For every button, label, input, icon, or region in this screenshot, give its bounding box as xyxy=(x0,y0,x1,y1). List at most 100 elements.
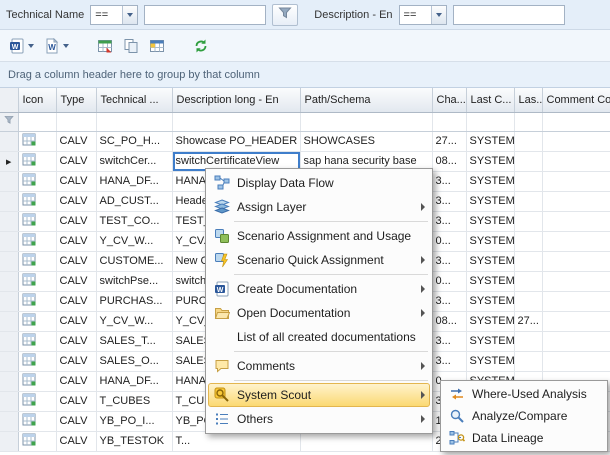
cell-comment[interactable] xyxy=(542,311,610,331)
column-header-comment[interactable]: Comment Co... xyxy=(542,88,610,112)
cell-cha[interactable]: 27... xyxy=(432,131,466,151)
column-header-description[interactable]: Description long - En xyxy=(172,88,300,112)
cell-type[interactable]: CALV xyxy=(56,311,96,331)
row-indicator[interactable] xyxy=(0,391,18,411)
row-indicator[interactable] xyxy=(0,131,18,151)
cell-comment[interactable] xyxy=(542,251,610,271)
filter-cell-description[interactable] xyxy=(172,112,300,131)
filter-cell-icon[interactable] xyxy=(18,112,56,131)
cell-type[interactable]: CALV xyxy=(56,391,96,411)
cell-cha[interactable]: 3... xyxy=(432,331,466,351)
cell-comment[interactable] xyxy=(542,151,610,171)
cell-technical[interactable]: HANA_DF... xyxy=(96,371,172,391)
cell-last_changed[interactable]: SYSTEM xyxy=(466,131,514,151)
row-indicator[interactable] xyxy=(0,251,18,271)
cell-technical[interactable]: Y_CV_W... xyxy=(96,231,172,251)
row-indicator[interactable] xyxy=(0,331,18,351)
menu-item-others[interactable]: Others xyxy=(208,407,430,431)
technical-name-filter-input[interactable] xyxy=(144,5,266,25)
cell-technical[interactable]: switchPse... xyxy=(96,271,172,291)
cell-last_changed[interactable]: SYSTEM xyxy=(466,351,514,371)
row-indicator[interactable] xyxy=(0,371,18,391)
filter-cell-last_changed[interactable] xyxy=(466,112,514,131)
column-header-icon[interactable]: Icon xyxy=(18,88,56,112)
cell-cha[interactable]: 0... xyxy=(432,271,466,291)
row-indicator[interactable] xyxy=(0,311,18,331)
row-indicator[interactable] xyxy=(0,191,18,211)
cell-icon[interactable] xyxy=(18,431,56,451)
cell-las[interactable] xyxy=(514,271,542,291)
cell-technical[interactable]: SALES_T... xyxy=(96,331,172,351)
cell-last_changed[interactable]: SYSTEM xyxy=(466,211,514,231)
cell-technical[interactable]: PURCHAS... xyxy=(96,291,172,311)
menu-item-display-data-flow[interactable]: Display Data Flow xyxy=(208,171,430,195)
cell-type[interactable]: CALV xyxy=(56,291,96,311)
cell-technical[interactable]: switchCer... xyxy=(96,151,172,171)
cell-icon[interactable] xyxy=(18,231,56,251)
group-by-bar[interactable]: Drag a column header here to group by th… xyxy=(0,62,610,88)
cell-technical[interactable]: Y_CV_W... xyxy=(96,311,172,331)
cell-type[interactable]: CALV xyxy=(56,231,96,251)
cell-icon[interactable] xyxy=(18,191,56,211)
cell-technical[interactable]: T_CUBES xyxy=(96,391,172,411)
row-indicator[interactable] xyxy=(0,271,18,291)
cell-las[interactable]: 27... xyxy=(514,311,542,331)
cell-icon[interactable] xyxy=(18,351,56,371)
cell-last_changed[interactable]: SYSTEM xyxy=(466,291,514,311)
menu-item-comments[interactable]: Comments xyxy=(208,354,430,378)
cell-type[interactable]: CALV xyxy=(56,431,96,451)
cell-type[interactable]: CALV xyxy=(56,131,96,151)
row-indicator[interactable]: ▶ xyxy=(0,151,18,171)
submenu-item-where-used-analysis[interactable]: Where-Used Analysis xyxy=(443,383,605,405)
technical-name-operator-select[interactable]: == xyxy=(90,5,138,25)
chevron-down-icon[interactable] xyxy=(431,6,446,24)
cell-icon[interactable] xyxy=(18,331,56,351)
dropdown-arrow-icon[interactable] xyxy=(63,44,69,48)
cell-technical[interactable]: YB_TESTOK xyxy=(96,431,172,451)
cell-cha[interactable]: 08... xyxy=(432,311,466,331)
cell-technical[interactable]: YB_PO_I... xyxy=(96,411,172,431)
cell-comment[interactable] xyxy=(542,271,610,291)
cell-type[interactable]: CALV xyxy=(56,171,96,191)
cell-last_changed[interactable]: SYSTEM xyxy=(466,151,514,171)
cell-cha[interactable]: 3... xyxy=(432,171,466,191)
menu-item-list-of-all-created-documentations[interactable]: List of all created documentations xyxy=(208,325,430,349)
menu-item-scenario-quick-assignment[interactable]: Scenario Quick Assignment xyxy=(208,248,430,272)
cell-path[interactable] xyxy=(300,431,432,451)
row-indicator[interactable] xyxy=(0,291,18,311)
cell-description[interactable]: Showcase PO_HEADER xyxy=(172,131,300,151)
cell-icon[interactable] xyxy=(18,211,56,231)
menu-item-create-documentation[interactable]: WCreate Documentation xyxy=(208,277,430,301)
cell-technical[interactable]: HANA_DF... xyxy=(96,171,172,191)
cell-las[interactable] xyxy=(514,291,542,311)
cell-comment[interactable] xyxy=(542,291,610,311)
cell-type[interactable]: CALV xyxy=(56,251,96,271)
cell-icon[interactable] xyxy=(18,311,56,331)
cell-last_changed[interactable]: SYSTEM xyxy=(466,271,514,291)
cell-icon[interactable] xyxy=(18,391,56,411)
menu-item-system-scout[interactable]: System Scout xyxy=(208,383,430,407)
cell-las[interactable] xyxy=(514,351,542,371)
cell-icon[interactable] xyxy=(18,131,56,151)
cell-type[interactable]: CALV xyxy=(56,271,96,291)
filter-cell-cha[interactable] xyxy=(432,112,466,131)
cell-type[interactable]: CALV xyxy=(56,351,96,371)
cell-icon[interactable] xyxy=(18,371,56,391)
filter-cell-path[interactable] xyxy=(300,112,432,131)
cell-technical[interactable]: TEST_CO... xyxy=(96,211,172,231)
filter-builder-button[interactable] xyxy=(272,4,298,26)
cell-cha[interactable]: 3... xyxy=(432,251,466,271)
cell-last_changed[interactable]: SYSTEM xyxy=(466,191,514,211)
filter-cell-type[interactable] xyxy=(56,112,96,131)
cell-comment[interactable] xyxy=(542,331,610,351)
cell-comment[interactable] xyxy=(542,231,610,251)
cell-cha[interactable]: 3... xyxy=(432,191,466,211)
cell-type[interactable]: CALV xyxy=(56,371,96,391)
cell-icon[interactable] xyxy=(18,171,56,191)
export-excel-button[interactable] xyxy=(94,34,116,58)
cell-las[interactable] xyxy=(514,211,542,231)
row-indicator[interactable] xyxy=(0,171,18,191)
cell-comment[interactable] xyxy=(542,171,610,191)
copy-button[interactable] xyxy=(120,34,142,58)
cell-type[interactable]: CALV xyxy=(56,331,96,351)
